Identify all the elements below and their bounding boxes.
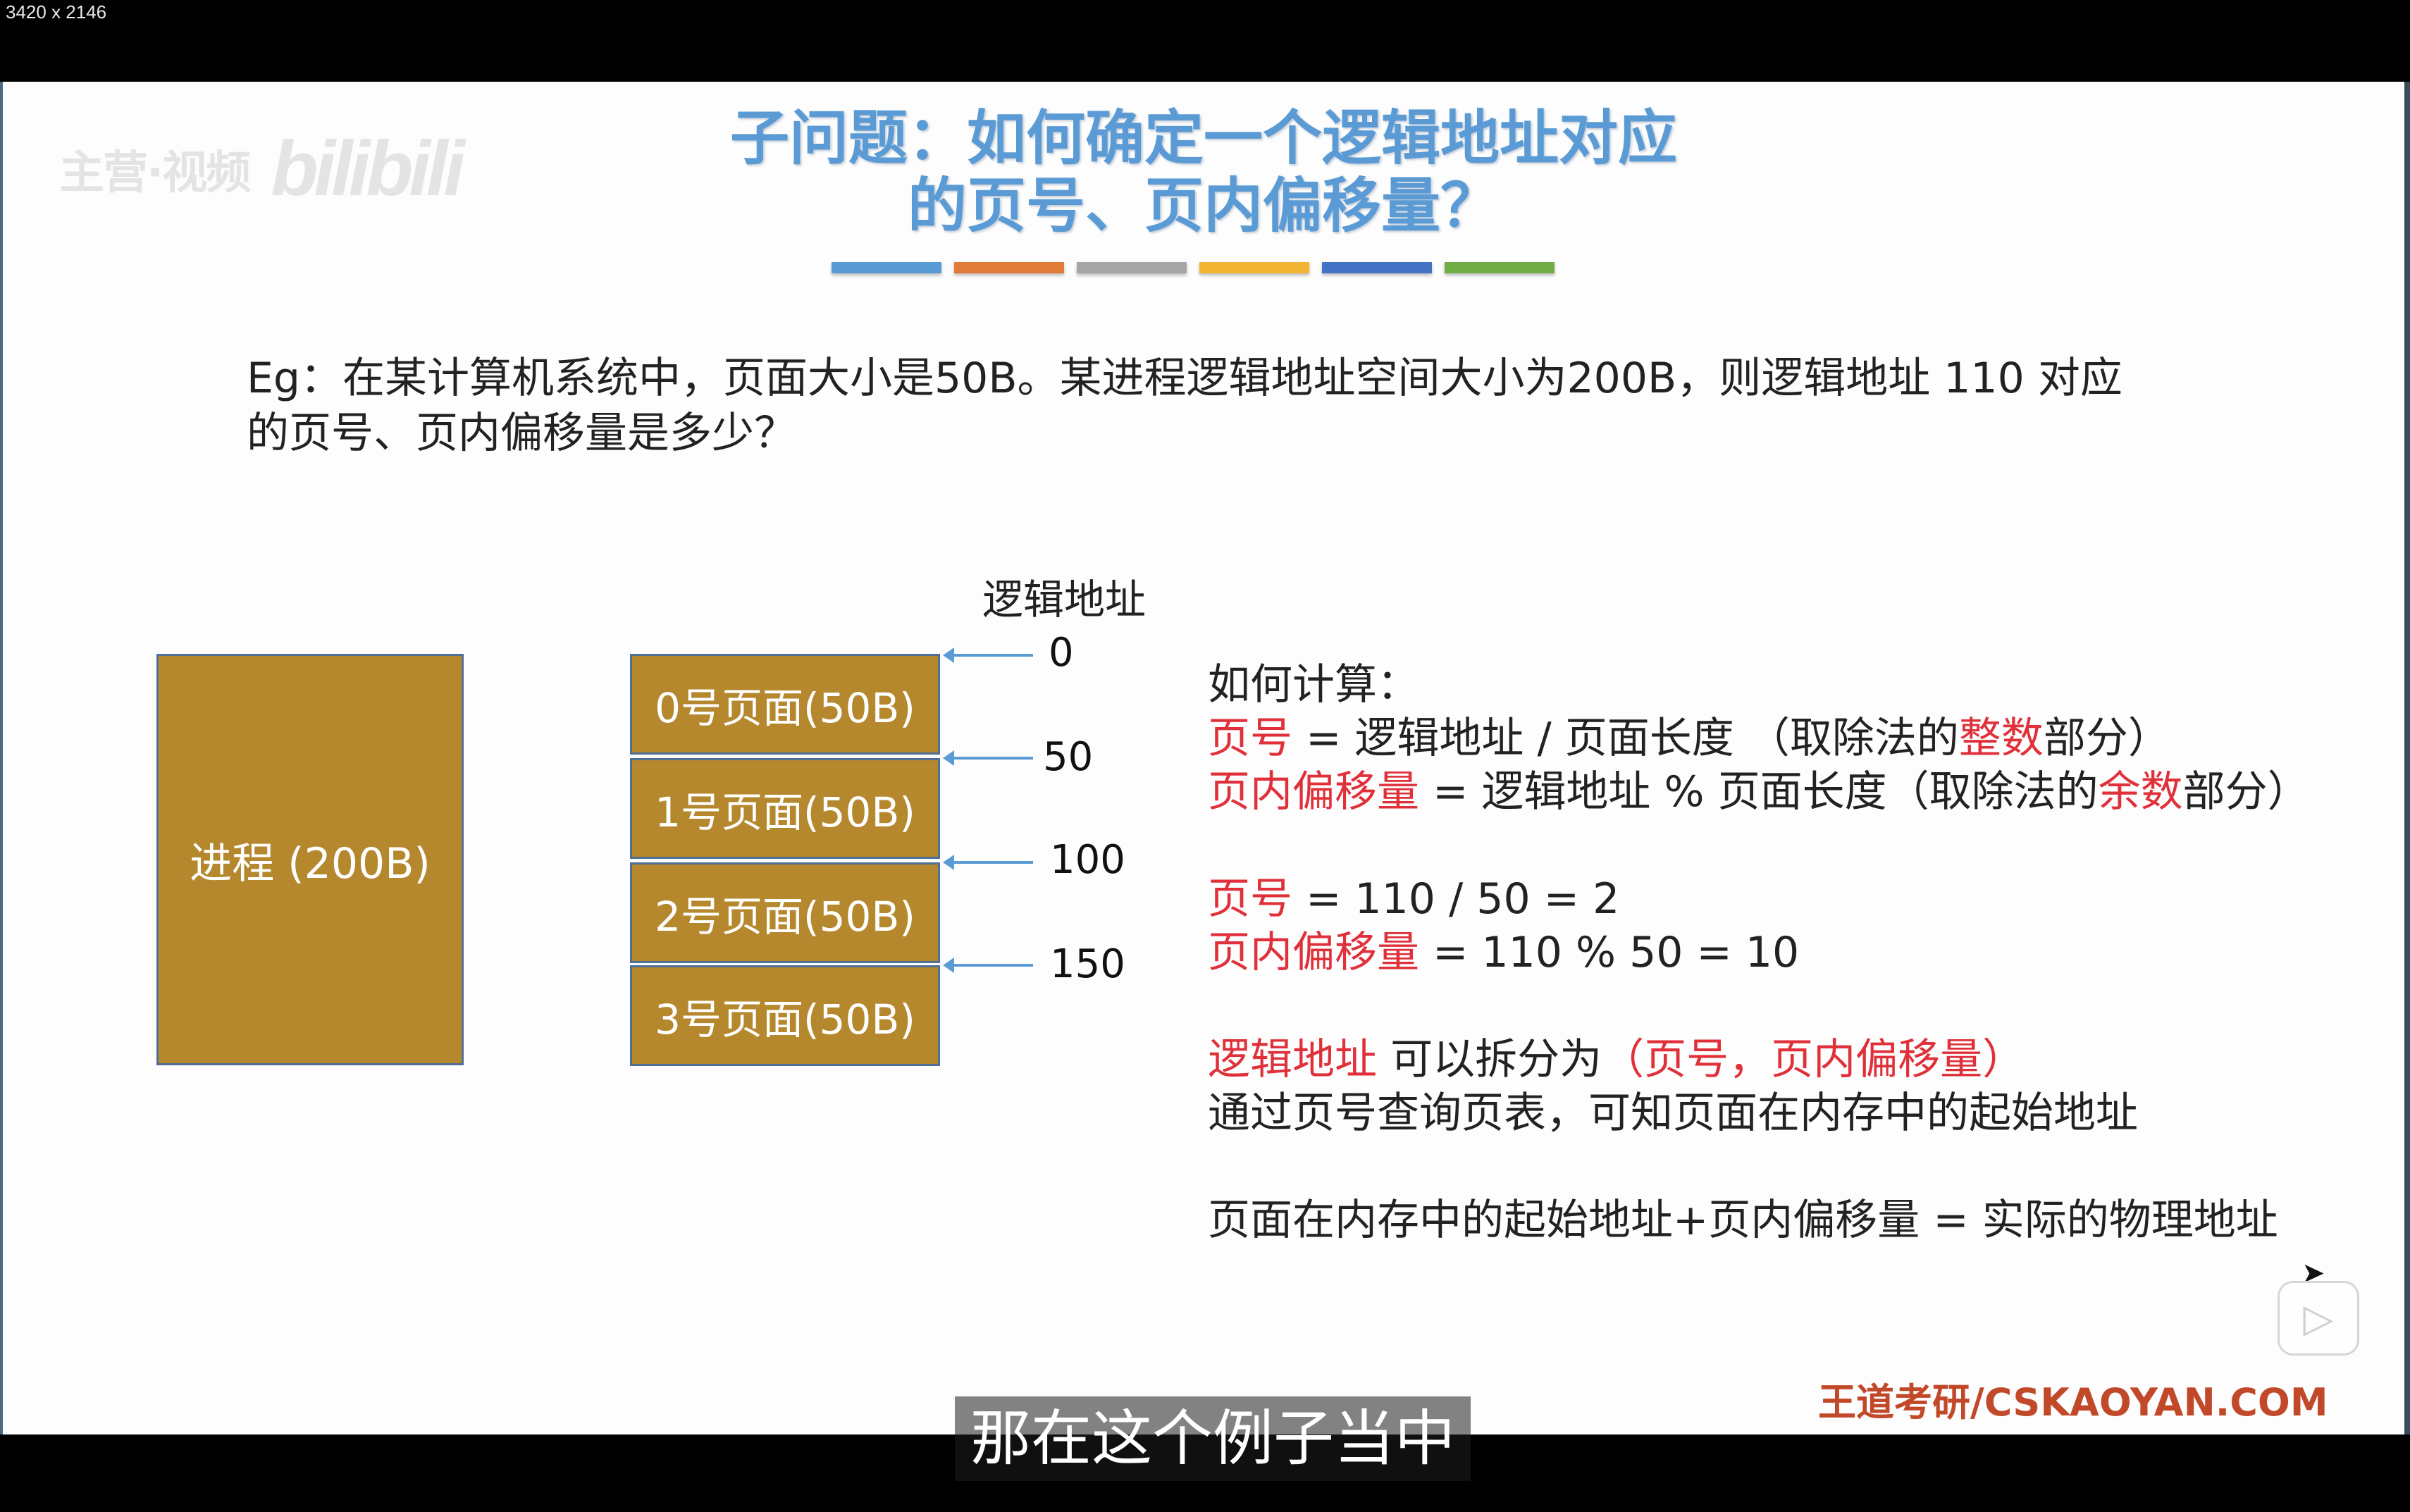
example-text: = 110 % 50 = 10: [1419, 928, 1800, 977]
title-bar-2: [1077, 262, 1187, 273]
calc-heading: 如何计算：: [1208, 660, 1419, 709]
page-table-lookup-note: 通过页号查询页表，可知页面在内存中的起始地址: [1208, 1089, 2138, 1138]
address-arrow-150: [943, 958, 1033, 973]
term-page-number: 页号: [1208, 874, 1292, 924]
formula-text: = 逻辑地址 % 页面长度（取除法的: [1419, 767, 2099, 817]
address-label-150: 150: [1050, 941, 1125, 987]
offset-example: 页内偏移量 = 110 % 50 = 10: [1208, 926, 2310, 979]
page-number-example: 页号 = 110 / 50 = 2: [1208, 872, 2310, 926]
title-bar-1: [954, 262, 1064, 273]
brand-footer: 王道考研/CSKAOYAN.COM: [1818, 1380, 2328, 1425]
process-box: 进程 (200B): [156, 654, 464, 1065]
title-bar-4: [1322, 262, 1432, 273]
term-integer: 整数: [1958, 714, 2044, 763]
screen-size-label: 3420 x 2146: [6, 1, 107, 23]
slide-title: 子问题：如何确定一个逻辑地址对应 的页号、页内偏移量？: [3, 104, 2404, 240]
play-icon: ▷: [2303, 1295, 2334, 1341]
title-color-bars: [832, 262, 1555, 273]
page-box-3: 3号页面(50B): [630, 965, 940, 1066]
page-box-2: 2号页面(50B): [630, 862, 940, 963]
term-page-number: 页号: [1208, 714, 1292, 763]
split-text: 可以拆分为: [1377, 1035, 1602, 1084]
page-box-1: 1号页面(50B): [630, 758, 940, 859]
term-page-offset-pair: （页号，页内偏移量）: [1602, 1035, 2025, 1084]
question-line-2: 的页号、页内偏移量是多少？: [247, 409, 796, 458]
title-bar-5: [1445, 262, 1555, 273]
title-line-1: 子问题：如何确定一个逻辑地址对应: [729, 103, 1677, 173]
term-remainder: 余数: [2098, 767, 2183, 817]
play-button[interactable]: ▷: [2278, 1281, 2359, 1356]
address-label-0: 0: [1049, 630, 1074, 676]
address-arrow-50: [943, 750, 1033, 766]
physical-address-note: 页面在内存中的起始地址+页内偏移量 = 实际的物理地址: [1208, 1196, 2278, 1245]
title-line-2: 的页号、页内偏移量？: [907, 171, 1500, 240]
calculation-notes: 如何计算： 页号 = 逻辑地址 / 页面长度 （取除法的整数部分） 页内偏移量 …: [1208, 658, 2310, 1247]
term-offset: 页内偏移量: [1208, 928, 1419, 977]
slide: 主营·视频 bilibili 子问题：如何确定一个逻辑地址对应 的页号、页内偏移…: [3, 82, 2404, 1434]
right-edge-strip: [2404, 82, 2410, 1434]
address-label-50: 50: [1043, 734, 1094, 780]
address-arrow-0: [943, 647, 1033, 663]
offset-formula: 页内偏移量 = 逻辑地址 % 页面长度（取除法的余数部分）: [1208, 765, 2310, 819]
address-label-100: 100: [1050, 837, 1125, 883]
example-text: = 110 / 50 = 2: [1292, 874, 1620, 924]
question-line-1: Eg：在某计算机系统中，页面大小是50B。某进程逻辑地址空间大小为200B，则逻…: [247, 354, 2122, 403]
formula-text: = 逻辑地址 / 页面长度 （取除法的: [1292, 714, 1959, 763]
logical-address-label: 逻辑地址: [982, 576, 1147, 624]
address-split-note: 逻辑地址 可以拆分为（页号，页内偏移量）: [1208, 1033, 2310, 1086]
page-box-0: 0号页面(50B): [630, 654, 940, 755]
formula-text: 部分）: [2182, 767, 2310, 817]
title-bar-3: [1199, 262, 1309, 273]
term-offset: 页内偏移量: [1208, 767, 1419, 817]
term-logical-address: 逻辑地址: [1208, 1035, 1377, 1084]
video-subtitle: 那在这个例子当中: [955, 1396, 1471, 1481]
title-bar-0: [832, 262, 941, 273]
page-number-formula: 页号 = 逻辑地址 / 页面长度 （取除法的整数部分）: [1208, 712, 2310, 765]
address-arrow-100: [943, 855, 1033, 870]
example-question: Eg：在某计算机系统中，页面大小是50B。某进程逻辑地址空间大小为200B，则逻…: [247, 351, 2192, 461]
formula-text: 部分）: [2043, 714, 2170, 763]
